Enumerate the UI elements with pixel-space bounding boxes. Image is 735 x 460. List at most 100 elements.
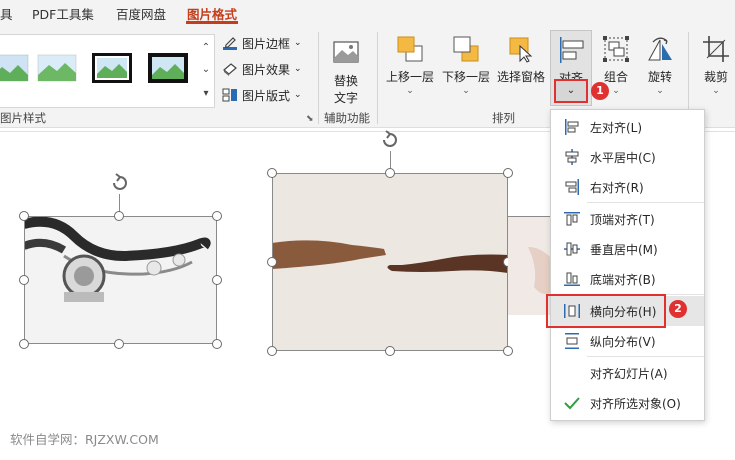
group-divider: [377, 32, 378, 124]
menu-item-align-bottom[interactable]: 底端对齐(B): [551, 264, 704, 294]
align-bottom-icon: [564, 272, 580, 286]
selection-pane-label: 选择窗格: [497, 70, 546, 84]
menu-item-label: 对齐所选对象(O): [590, 396, 681, 411]
resize-handle[interactable]: [267, 257, 277, 267]
gallery-more-icon[interactable]: ▾: [198, 83, 214, 105]
menu-item-align-center[interactable]: 水平居中(C): [551, 142, 704, 172]
crop-icon: [703, 36, 729, 62]
distribute-vertical-icon: [565, 333, 579, 349]
align-middle-icon: [564, 242, 580, 256]
crop-button[interactable]: 裁剪 ⌄: [701, 34, 731, 96]
picture-style-thumb-2[interactable]: [37, 53, 77, 83]
selection-pane-icon: [509, 37, 533, 63]
chevron-down-icon: ⌄: [294, 38, 302, 48]
align-left-icon: [560, 37, 584, 63]
selection-frame: [272, 173, 508, 351]
picture-style-thumb-4[interactable]: [148, 53, 188, 83]
watermark-text: 软件自学网：RJZXW.COM: [10, 432, 159, 447]
chevron-down-icon: ⌄: [712, 86, 720, 96]
resize-handle[interactable]: [212, 339, 222, 349]
send-backward-icon: [453, 36, 479, 62]
tab-tools[interactable]: 具: [0, 4, 13, 23]
resize-handle[interactable]: [19, 211, 29, 221]
resize-handle[interactable]: [19, 275, 29, 285]
picture-effects-label: 图片效果: [242, 62, 291, 77]
menu-item-label: 顶端对齐(T): [590, 212, 655, 227]
menu-item-align-middle[interactable]: 垂直居中(M): [551, 234, 704, 264]
group-divider: [318, 32, 319, 124]
chevron-down-icon: ⌄: [294, 64, 302, 74]
menu-item-label: 底端对齐(B): [590, 272, 656, 287]
picture-style-thumb-1[interactable]: [0, 53, 32, 83]
rotate-handle-icon[interactable]: [109, 172, 131, 194]
resize-handle[interactable]: [267, 346, 277, 356]
chevron-down-icon: ⌄: [294, 90, 302, 100]
chevron-down-icon: ⌄: [406, 86, 414, 96]
menu-item-align-to-slide[interactable]: 对齐幻灯片(A): [551, 358, 704, 388]
menu-item-label: 对齐幻灯片(A): [590, 366, 668, 381]
chevron-down-icon: ⌄: [656, 86, 664, 96]
send-backward-label: 下移一层: [442, 70, 491, 84]
menu-separator: [587, 356, 704, 357]
group-button[interactable]: 组合 ⌄: [601, 34, 631, 96]
rotate-label: 旋转: [647, 70, 672, 84]
rotate-handle-icon[interactable]: [379, 129, 401, 151]
send-backward-button[interactable]: 下移一层 ⌄: [442, 34, 490, 96]
highlight-box-align-arrow: [554, 79, 588, 103]
alt-text-label-line1: 替换: [333, 74, 358, 88]
rotate-button[interactable]: 旋转 ⌄: [645, 34, 675, 96]
align-center-icon: [565, 149, 579, 165]
resize-handle[interactable]: [385, 168, 395, 178]
menu-item-align-selected-objects[interactable]: 对齐所选对象(O): [551, 388, 704, 418]
third-picture-image: [508, 217, 550, 315]
resize-handle[interactable]: [503, 346, 513, 356]
menu-item-label: 垂直居中(M): [590, 242, 658, 257]
chevron-down-icon: ⌄: [462, 86, 470, 96]
checkmark-icon: [564, 397, 580, 410]
accessibility-group-label: 辅助功能: [324, 111, 370, 125]
picture-styles-group-label: 图片样式: [0, 111, 46, 125]
menu-item-align-right[interactable]: 右对齐(R): [551, 172, 704, 202]
resize-handle[interactable]: [212, 275, 222, 285]
picture-third[interactable]: [508, 216, 550, 315]
picture-style-thumb-3[interactable]: [92, 53, 132, 83]
menu-item-align-top[interactable]: 顶端对齐(T): [551, 204, 704, 234]
picture-border-label: 图片边框: [242, 36, 291, 51]
picture-effects-button[interactable]: 图片效果 ⌄: [222, 58, 302, 80]
resize-handle[interactable]: [212, 211, 222, 221]
bring-forward-label: 上移一层: [386, 70, 435, 84]
picture-layout-icon: [222, 88, 237, 102]
resize-handle[interactable]: [114, 339, 124, 349]
resize-handle[interactable]: [267, 168, 277, 178]
menu-item-label: 左对齐(L): [590, 120, 643, 135]
tab-pdf-tools[interactable]: PDF工具集: [32, 4, 94, 23]
menu-item-distribute-vertically[interactable]: 纵向分布(V): [551, 326, 704, 356]
resize-handle[interactable]: [385, 346, 395, 356]
pencil-icon: [223, 37, 237, 50]
bring-forward-button[interactable]: 上移一层 ⌄: [386, 34, 434, 96]
picture-effects-icon: [223, 63, 237, 76]
tab-baidu-netdisk[interactable]: 百度网盘: [116, 4, 166, 23]
menu-item-label: 水平居中(C): [590, 150, 656, 165]
gallery-scroll-up-icon[interactable]: ⌃: [198, 37, 214, 59]
menu-item-align-left[interactable]: 左对齐(L): [551, 112, 704, 142]
selection-pane-button[interactable]: 选择窗格: [497, 34, 545, 85]
resize-handle[interactable]: [114, 211, 124, 221]
alt-text-button[interactable]: 替换 文字: [331, 38, 361, 106]
highlight-box-distribute-horizontal: [546, 294, 666, 328]
alt-text-icon: [333, 41, 359, 63]
chevron-down-icon: ⌄: [612, 86, 620, 96]
gallery-scroll-down-icon[interactable]: ⌄: [198, 59, 214, 81]
picture-style-gallery[interactable]: ⌃ ⌄ ▾: [0, 34, 215, 108]
ribbon-tab-bar: 具 PDF工具集 百度网盘 图片格式: [0, 0, 735, 24]
bring-forward-icon: [397, 36, 423, 62]
picture-layout-button[interactable]: 图片版式 ⌄: [222, 84, 302, 106]
menu-item-label: 右对齐(R): [590, 180, 644, 195]
resize-handle[interactable]: [503, 168, 513, 178]
resize-handle[interactable]: [19, 339, 29, 349]
picture-border-button[interactable]: 图片边框 ⌄: [222, 32, 302, 54]
rotate-icon: [648, 37, 672, 61]
menu-separator: [587, 202, 704, 203]
align-right-icon: [565, 179, 579, 195]
dialog-launcher-icon[interactable]: ⬊: [306, 114, 314, 124]
